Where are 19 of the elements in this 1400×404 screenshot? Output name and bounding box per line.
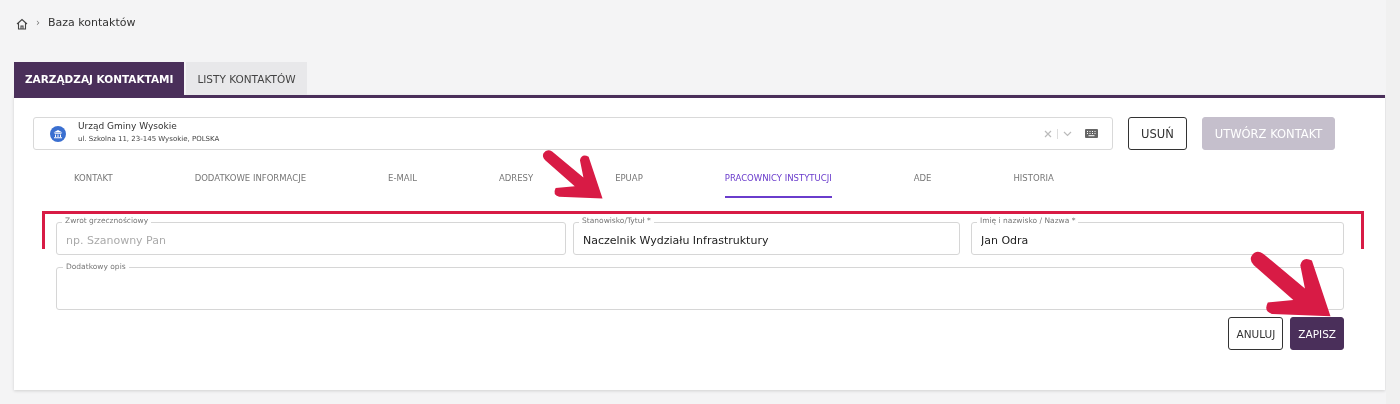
tab[interactable]: LISTY KONTAKTÓW (186, 62, 307, 95)
breadcrumb-item: Baza kontaktów (48, 16, 136, 30)
tab[interactable]: ADRESY (498, 168, 534, 198)
tab[interactable]: E-MAIL (388, 168, 417, 198)
tab[interactable]: PRACOWNICY INSTYTUCJI (724, 168, 832, 198)
action-button[interactable]: ANULUJ (1228, 317, 1284, 350)
tab[interactable]: EPUAP (615, 168, 643, 198)
tab[interactable]: HISTORIA (1013, 168, 1054, 198)
tab[interactable]: KONTAKT (74, 168, 113, 198)
action-button[interactable]: USUŃ (1128, 117, 1187, 150)
breadcrumb-separator: › (36, 16, 40, 30)
tab[interactable]: DODATKOWE INFORMACJE (194, 168, 307, 198)
home-icon[interactable] (16, 18, 28, 30)
institution-icon (50, 125, 66, 142)
contact-name: Urząd Gminy Wysokie (78, 120, 178, 131)
tab[interactable]: ADE (913, 168, 932, 198)
action-button[interactable]: ZAPISZ (1290, 317, 1344, 350)
keyboard-icon[interactable] (1085, 129, 1098, 138)
tab[interactable]: ZARZĄDZAJ KONTAKTAMI (14, 62, 185, 95)
